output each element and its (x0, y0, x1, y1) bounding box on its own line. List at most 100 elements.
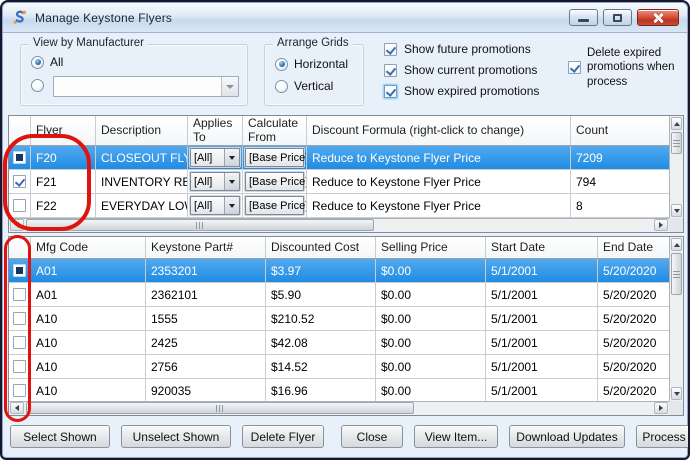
flyer-cell-formula[interactable]: Reduce to Keystone Flyer Price (307, 146, 571, 169)
item-cell-start-date[interactable]: 5/1/2001 (486, 355, 598, 378)
item-grid-horizontal-scrollbar[interactable] (9, 401, 669, 415)
unselect-shown-button[interactable]: Unselect Shown (121, 425, 231, 448)
item-cell-keystone-part[interactable]: 2756 (146, 355, 266, 378)
scroll-right-icon[interactable] (654, 219, 668, 231)
checkbox-show-current[interactable]: Show current promotions (384, 63, 539, 77)
item-header-keystone-part[interactable]: Keystone Part# (146, 237, 266, 258)
flyer-header-calculate-from[interactable]: Calculate From (243, 116, 307, 145)
applies-to-dropdown[interactable]: [All] (190, 172, 240, 191)
checkbox-show-future[interactable]: Show future promotions (384, 42, 539, 56)
chevron-down-icon[interactable] (224, 197, 239, 214)
item-cell-discounted-cost[interactable]: $14.52 (266, 355, 376, 378)
calculate-from-dropdown[interactable]: [Base Price] (245, 172, 304, 191)
row-checkbox-icon[interactable] (13, 199, 26, 212)
item-cell-mfg-code[interactable]: A10 (31, 355, 146, 378)
flyer-header-flyer[interactable]: Flyer (31, 116, 96, 145)
scroll-up-icon[interactable] (671, 238, 682, 251)
close-button[interactable] (637, 9, 679, 26)
item-grid-row[interactable]: A102425$42.08$0.005/1/20015/20/2020 (9, 331, 669, 355)
scroll-up-icon[interactable] (671, 117, 682, 130)
row-checkbox-cell[interactable] (9, 331, 31, 354)
select-shown-button[interactable]: Select Shown (10, 425, 110, 448)
maximize-button[interactable] (603, 9, 632, 26)
row-checkbox-icon[interactable] (13, 151, 26, 164)
row-checkbox-cell[interactable] (9, 307, 31, 330)
titlebar[interactable]: Manage Keystone Flyers (3, 3, 687, 33)
row-checkbox-icon[interactable] (13, 336, 26, 349)
row-checkbox-icon[interactable] (13, 360, 26, 373)
item-cell-start-date[interactable]: 5/1/2001 (486, 307, 598, 330)
item-cell-start-date[interactable]: 5/1/2001 (486, 331, 598, 354)
row-checkbox-icon[interactable] (13, 175, 26, 188)
chevron-down-icon[interactable] (221, 77, 238, 96)
row-checkbox-icon[interactable] (13, 264, 26, 277)
item-cell-mfg-code[interactable]: A10 (31, 307, 146, 330)
close-dialog-button[interactable]: Close (341, 425, 403, 448)
view-item-button[interactable]: View Item... (414, 425, 498, 448)
flyer-cell-flyer[interactable]: F21 (31, 170, 96, 193)
item-cell-end-date[interactable]: 5/20/2020 (598, 307, 669, 330)
row-checkbox-cell[interactable] (9, 379, 31, 401)
item-cell-discounted-cost[interactable]: $16.96 (266, 379, 376, 401)
calculate-from-dropdown[interactable]: [Base Price] (245, 196, 304, 215)
item-cell-mfg-code[interactable]: A01 (31, 283, 146, 306)
item-header-selling-price[interactable]: Selling Price (376, 237, 486, 258)
flyer-cell-flyer[interactable]: F20 (31, 146, 96, 169)
item-cell-end-date[interactable]: 5/20/2020 (598, 379, 669, 401)
item-header-end-date[interactable]: End Date (598, 237, 669, 258)
flyer-cell-description[interactable]: CLOSEOUT FLYER (96, 146, 188, 169)
item-cell-end-date[interactable]: 5/20/2020 (598, 283, 669, 306)
flyer-cell-formula[interactable]: Reduce to Keystone Flyer Price (307, 194, 571, 217)
item-cell-selling-price[interactable]: $0.00 (376, 379, 486, 401)
item-cell-discounted-cost[interactable]: $5.90 (266, 283, 376, 306)
row-checkbox-cell[interactable] (9, 283, 31, 306)
item-cell-discounted-cost[interactable]: $210.52 (266, 307, 376, 330)
row-checkbox-icon[interactable] (13, 312, 26, 325)
row-checkbox-icon[interactable] (13, 288, 26, 301)
flyer-cell-description[interactable]: EVERYDAY LOW PRICE (96, 194, 188, 217)
row-checkbox-cell[interactable] (9, 146, 31, 169)
flyer-grid-vertical-scrollbar[interactable] (669, 116, 683, 218)
item-cell-mfg-code[interactable]: A10 (31, 331, 146, 354)
flyer-cell-count[interactable]: 794 (571, 170, 669, 193)
item-cell-selling-price[interactable]: $0.00 (376, 259, 486, 282)
scroll-down-icon[interactable] (671, 204, 682, 217)
chevron-down-icon[interactable] (224, 173, 239, 190)
row-checkbox-cell[interactable] (9, 259, 31, 282)
flyer-cell-count[interactable]: 8 (571, 194, 669, 217)
flyer-grid-row[interactable]: F21INVENTORY REDUCTION[All] [Base Price]R… (9, 170, 669, 194)
item-grid-row[interactable]: A012362101$5.90$0.005/1/20015/20/2020 (9, 283, 669, 307)
item-header-start-date[interactable]: Start Date (486, 237, 598, 258)
scroll-left-icon[interactable] (10, 402, 24, 414)
flyer-cell-description[interactable]: INVENTORY REDUCTION (96, 170, 188, 193)
applies-to-dropdown[interactable]: [All] (190, 148, 240, 167)
flyer-grid-row[interactable]: F20CLOSEOUT FLYER[All] [Base Price]Reduce… (9, 146, 669, 170)
item-cell-selling-price[interactable]: $0.00 (376, 355, 486, 378)
row-checkbox-icon[interactable] (13, 384, 26, 397)
item-cell-end-date[interactable]: 5/20/2020 (598, 355, 669, 378)
flyer-grid-row[interactable]: F22EVERYDAY LOW PRICE[All][Base Price]Re… (9, 194, 669, 218)
radio-vertical[interactable]: Vertical (275, 79, 333, 93)
item-grid-row[interactable]: A10920035$16.96$0.005/1/20015/20/2020 (9, 379, 669, 401)
manufacturer-select[interactable] (53, 76, 239, 97)
item-cell-keystone-part[interactable]: 2362101 (146, 283, 266, 306)
flyer-cell-formula[interactable]: Reduce to Keystone Flyer Price (307, 170, 571, 193)
item-cell-start-date[interactable]: 5/1/2001 (486, 379, 598, 401)
item-cell-selling-price[interactable]: $0.00 (376, 283, 486, 306)
flyer-header-count[interactable]: Count (571, 116, 669, 145)
scrollbar-thumb[interactable] (671, 253, 682, 295)
item-cell-mfg-code[interactable]: A01 (31, 259, 146, 282)
item-cell-discounted-cost[interactable]: $3.97 (266, 259, 376, 282)
checkbox-show-expired[interactable]: Show expired promotions (384, 84, 539, 98)
item-cell-keystone-part[interactable]: 2353201 (146, 259, 266, 282)
calculate-from-dropdown[interactable]: [Base Price] (245, 148, 304, 167)
radio-view-manufacturer[interactable] (31, 79, 44, 92)
item-cell-keystone-part[interactable]: 2425 (146, 331, 266, 354)
item-cell-keystone-part[interactable]: 920035 (146, 379, 266, 401)
item-cell-keystone-part[interactable]: 1555 (146, 307, 266, 330)
scrollbar-thumb[interactable] (671, 132, 682, 154)
delete-flyer-button[interactable]: Delete Flyer (242, 425, 324, 448)
row-checkbox-cell[interactable] (9, 170, 31, 193)
radio-horizontal[interactable]: Horizontal (275, 57, 348, 71)
item-header-discounted-cost[interactable]: Discounted Cost (266, 237, 376, 258)
